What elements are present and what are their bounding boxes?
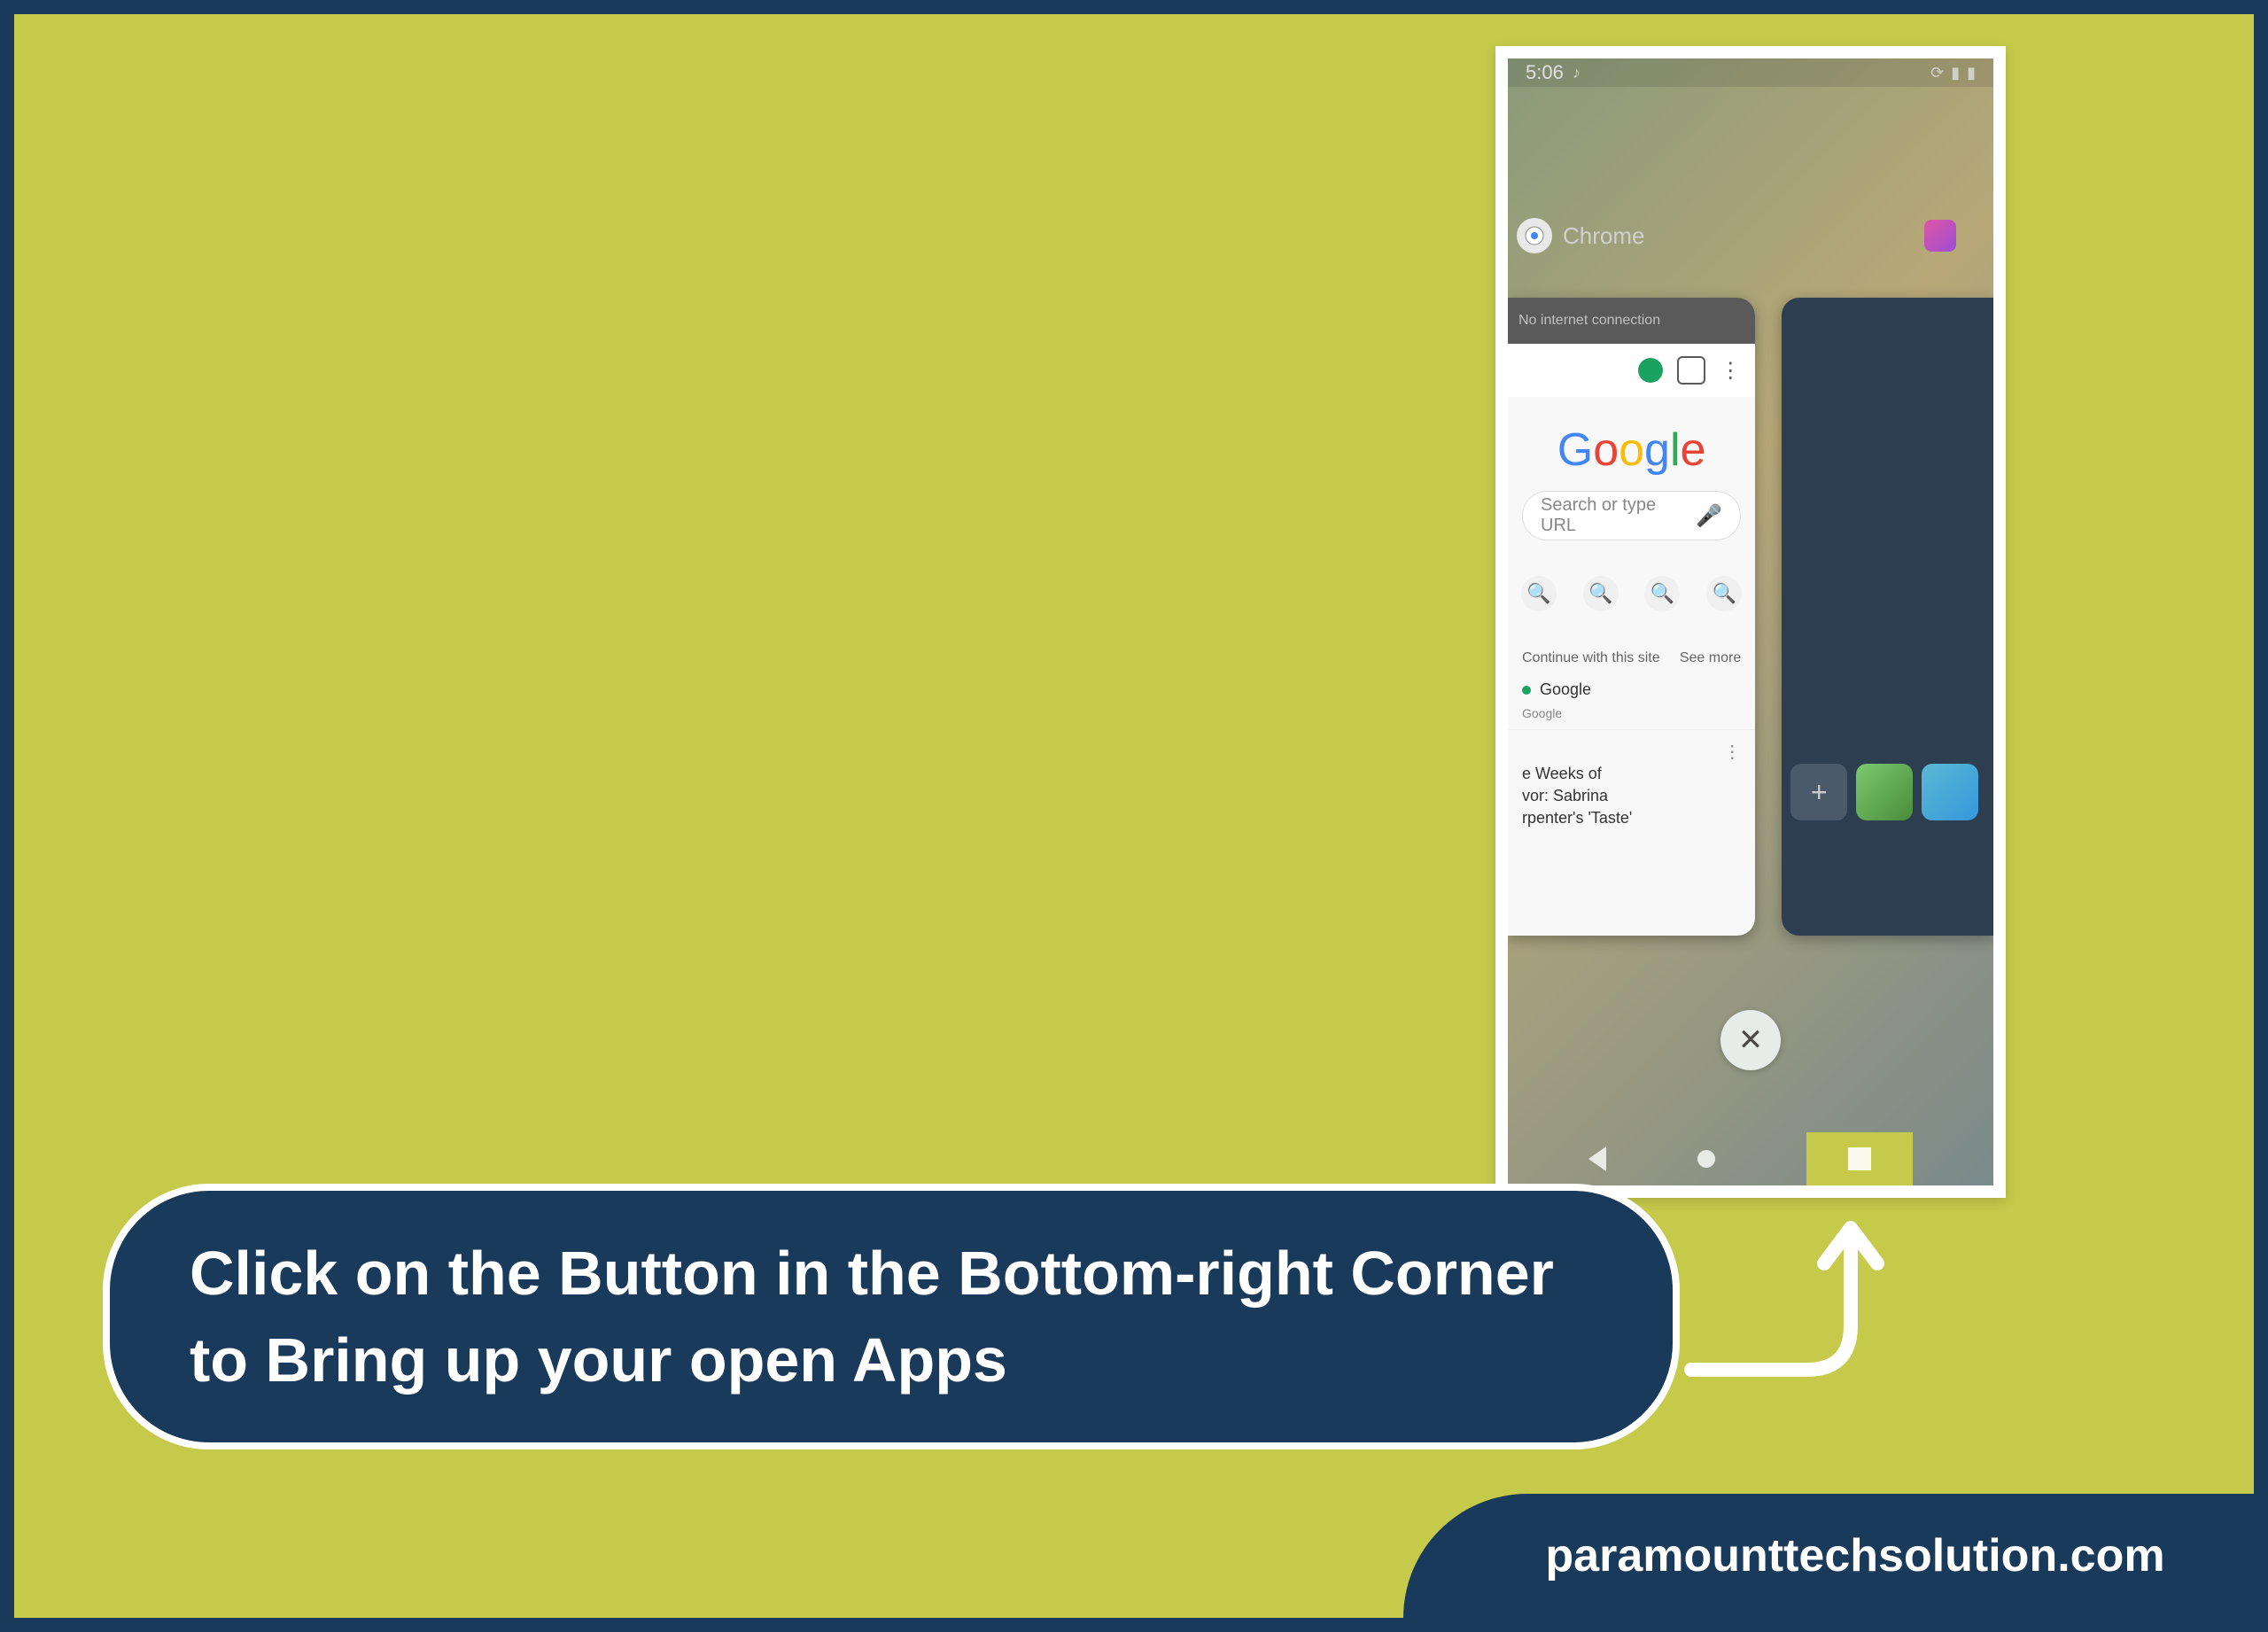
close-icon: ✕ <box>1738 1022 1764 1058</box>
canvas: 5:06 ♪ ⟳ ▮ ▮ <box>14 14 2254 1618</box>
feed-header: Continue with this site See more <box>1522 650 1741 666</box>
shortcut-4[interactable]: 🔍 <box>1706 576 1742 611</box>
article-menu-icon[interactable]: ⋮ <box>1522 741 1741 763</box>
thumb-add[interactable]: + <box>1790 764 1847 820</box>
feed-section: Continue with this site See more Google … <box>1508 643 1755 729</box>
close-all-button[interactable]: ✕ <box>1720 1010 1781 1070</box>
chrome-logo-icon <box>1524 225 1545 246</box>
outer-border: 5:06 ♪ ⟳ ▮ ▮ <box>0 0 2268 1632</box>
feed-item[interactable]: Google <box>1522 675 1741 704</box>
recent-app-labels: Chrome <box>1508 218 1993 253</box>
second-recent-card[interactable]: + <box>1782 298 1993 936</box>
feed-sub: Google <box>1522 704 1741 722</box>
shortcut-row: 🔍 🔍 🔍 🔍 <box>1508 562 1755 626</box>
chrome-icon <box>1517 218 1552 253</box>
chrome-menu-icon[interactable]: ⋮ <box>1720 358 1741 384</box>
nav-recent-button[interactable] <box>1848 1147 1871 1170</box>
chrome-recent-card[interactable]: No internet connection ⋮ Google Search o… <box>1508 298 1755 936</box>
battery-icon: ▮ <box>1967 64 1976 82</box>
music-icon: ♪ <box>1573 64 1581 82</box>
shortcut-labels-row <box>1508 626 1755 643</box>
status-time: 5:06 <box>1526 61 1564 84</box>
status-left: 5:06 ♪ <box>1526 61 1581 84</box>
mic-icon[interactable]: 🎤 <box>1696 503 1722 529</box>
shortcut-1[interactable]: 🔍 <box>1521 576 1557 611</box>
signal-icon: ▮ <box>1951 64 1960 82</box>
nav-back-button[interactable] <box>1588 1146 1606 1171</box>
second-app-label[interactable] <box>1924 218 1967 253</box>
second-app-icon <box>1924 220 1956 252</box>
callout-arrow <box>1682 1210 1895 1387</box>
status-bar: 5:06 ♪ ⟳ ▮ ▮ <box>1508 58 1993 87</box>
chrome-url-bar: No internet connection <box>1508 298 1755 344</box>
phone-frame: 5:06 ♪ ⟳ ▮ ▮ <box>1495 46 2006 1198</box>
thumb-2[interactable] <box>1922 764 1978 820</box>
footer-url: paramounttechsolution.com <box>1545 1529 2164 1582</box>
footer-wave: paramounttechsolution.com <box>1403 1494 2254 1618</box>
instruction-callout: Click on the Button in the Bottom-right … <box>103 1184 1680 1449</box>
article-line-3: rpenter's 'Taste' <box>1522 807 1741 829</box>
gallery-thumbs: + <box>1782 764 1993 820</box>
chrome-search-box[interactable]: Search or type URL 🎤 <box>1522 491 1741 540</box>
feed-article[interactable]: ⋮ e Weeks of vor: Sabrina rpenter's 'Tas… <box>1508 729 1755 841</box>
nav-home-button[interactable] <box>1697 1150 1715 1168</box>
nav-recent-highlight <box>1806 1132 1913 1185</box>
chrome-app-label[interactable]: Chrome <box>1517 218 1644 253</box>
feed-dot-icon <box>1522 686 1531 695</box>
url-text: No internet connection <box>1518 313 1660 329</box>
shortcut-2[interactable]: 🔍 <box>1583 576 1619 611</box>
feed-header-text: Continue with this site <box>1522 650 1660 666</box>
chrome-toolbar: ⋮ <box>1508 344 1755 397</box>
feed-see-more[interactable]: See more <box>1680 650 1741 666</box>
google-logo: Google <box>1508 397 1755 491</box>
search-placeholder: Search or type URL <box>1541 495 1696 536</box>
sync-icon: ⟳ <box>1930 64 1944 82</box>
navigation-bar <box>1508 1132 1993 1185</box>
chrome-tab-count[interactable] <box>1677 356 1705 385</box>
shortcut-3[interactable]: 🔍 <box>1644 576 1680 611</box>
thumb-1[interactable] <box>1856 764 1913 820</box>
status-right: ⟳ ▮ ▮ <box>1930 64 1976 82</box>
instruction-text: Click on the Button in the Bottom-right … <box>190 1230 1593 1403</box>
feed-item-text: Google <box>1540 680 1591 699</box>
article-line-2: vor: Sabrina <box>1522 785 1741 807</box>
chrome-account-dot[interactable] <box>1638 358 1663 383</box>
phone-screen: 5:06 ♪ ⟳ ▮ ▮ <box>1508 58 1993 1185</box>
chrome-label-text: Chrome <box>1563 222 1644 250</box>
article-line-1: e Weeks of <box>1522 763 1741 785</box>
recent-apps-area[interactable]: No internet connection ⋮ Google Search o… <box>1508 298 1993 971</box>
